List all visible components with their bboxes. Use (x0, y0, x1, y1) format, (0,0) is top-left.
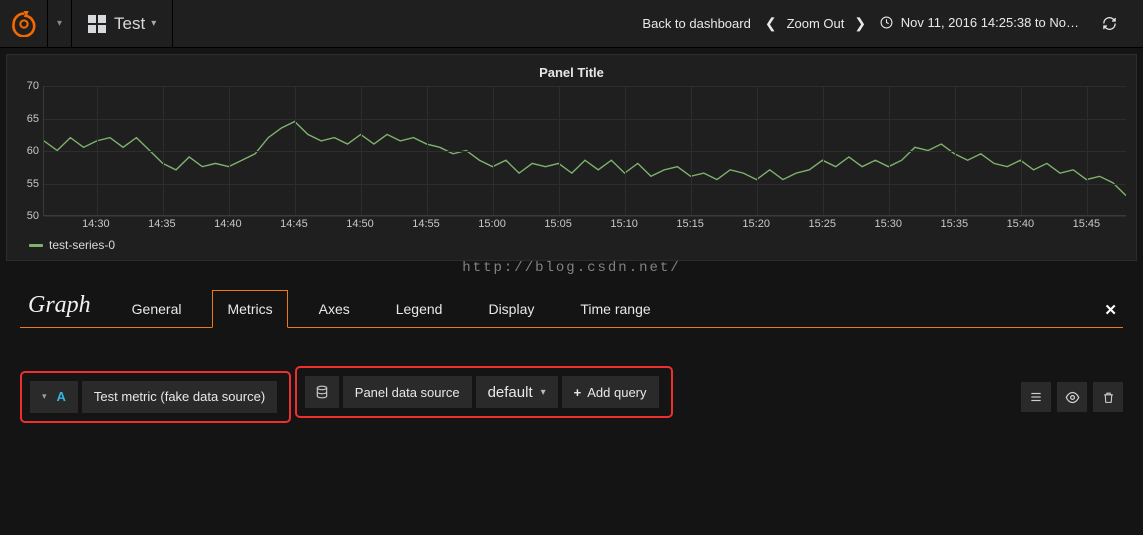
tab-display[interactable]: Display (473, 290, 549, 328)
metrics-tab-content: ▾ A Test metric (fake data source) Panel… (20, 328, 1123, 437)
x-tick: 14:45 (280, 218, 308, 230)
x-tick: 14:40 (214, 218, 242, 230)
editor-title: Graph (20, 292, 103, 327)
top-navbar: ▾ Test ▾ Back to dashboard ❮ Zoom Out ❯ … (0, 0, 1143, 48)
navbar-right: Back to dashboard ❮ Zoom Out ❯ Nov 11, 2… (642, 0, 1143, 47)
row-menu-button[interactable] (1021, 382, 1051, 412)
query-summary[interactable]: Test metric (fake data source) (82, 381, 277, 413)
plus-icon: + (574, 385, 582, 400)
time-range-label: Nov 11, 2016 14:25:38 to No… (901, 15, 1079, 30)
back-to-dashboard-link[interactable]: Back to dashboard (642, 16, 750, 31)
x-tick: 15:30 (875, 218, 903, 230)
zoom-out-button[interactable]: Zoom Out (787, 16, 845, 31)
add-query-label: Add query (587, 385, 646, 400)
home-dropdown-caret[interactable]: ▾ (48, 0, 72, 48)
tab-general[interactable]: General (117, 290, 197, 328)
delete-query-button[interactable] (1093, 382, 1123, 412)
legend-series-name: test-series-0 (49, 238, 115, 252)
datasource-icon (305, 376, 339, 408)
x-tick: 15:40 (1007, 218, 1035, 230)
x-axis: 14:30 14:35 14:40 14:45 14:50 14:55 15:00 15:05… (43, 216, 1126, 232)
dashboard-icon (88, 15, 106, 33)
y-tick: 55 (27, 178, 39, 190)
y-tick: 50 (27, 210, 39, 222)
time-back-button[interactable]: ❮ (765, 15, 777, 32)
datasource-row-highlight: Panel data source default + Add query (295, 366, 673, 418)
dashboard-picker[interactable]: Test ▾ (72, 0, 173, 47)
navbar-left: ▾ Test ▾ (0, 0, 173, 47)
x-tick: 15:20 (742, 218, 770, 230)
x-tick: 14:35 (148, 218, 176, 230)
x-tick: 15:45 (1073, 218, 1101, 230)
x-tick: 15:35 (941, 218, 969, 230)
chart[interactable]: 5055606570 (17, 86, 1126, 216)
collapse-caret-icon: ▾ (42, 391, 47, 402)
x-tick: 15:25 (808, 218, 836, 230)
panel-title[interactable]: Panel Title (17, 61, 1126, 86)
add-query-button[interactable]: + Add query (562, 376, 659, 408)
tab-time-range[interactable]: Time range (565, 290, 665, 328)
x-tick: 15:15 (676, 218, 704, 230)
dashboard-name: Test (114, 14, 145, 34)
editor-tabs-row: Graph General Metrics Axes Legend Display Tim… (20, 289, 1123, 328)
time-range-picker[interactable]: Nov 11, 2016 14:25:38 to No… (880, 15, 1079, 32)
y-tick: 70 (27, 80, 39, 92)
x-tick: 15:10 (610, 218, 638, 230)
y-axis: 5055606570 (17, 86, 43, 216)
watermark-text: http://blog.csdn.net/ (462, 260, 680, 276)
query-row-highlight: ▾ A Test metric (fake data source) (20, 371, 291, 423)
query-letter: A (57, 389, 66, 404)
query-row-header[interactable]: ▾ A (30, 381, 78, 413)
dashboard-caret-icon: ▾ (151, 18, 156, 29)
tab-legend[interactable]: Legend (381, 290, 458, 328)
x-tick: 15:00 (478, 218, 506, 230)
datasource-picker[interactable]: default (476, 376, 558, 408)
grafana-logo[interactable] (0, 0, 48, 48)
y-tick: 65 (27, 113, 39, 125)
graph-panel: Panel Title 5055606570 14:3014:3514:4014… (6, 54, 1137, 261)
tab-axes[interactable]: Axes (304, 290, 365, 328)
clock-icon (880, 16, 893, 32)
query-row-tools (1021, 382, 1123, 412)
x-tick: 14:55 (412, 218, 440, 230)
refresh-button[interactable] (1093, 16, 1125, 31)
x-tick: 15:05 (544, 218, 572, 230)
chart-plot-area[interactable] (43, 86, 1126, 216)
chart-legend[interactable]: test-series-0 (29, 238, 1126, 252)
x-tick: 14:30 (82, 218, 110, 230)
datasource-label: Panel data source (343, 376, 472, 408)
time-forward-button[interactable]: ❯ (854, 15, 866, 32)
toggle-visibility-button[interactable] (1057, 382, 1087, 412)
y-tick: 60 (27, 145, 39, 157)
close-editor-button[interactable]: ✕ (1098, 293, 1123, 327)
x-tick: 14:50 (346, 218, 374, 230)
tab-metrics[interactable]: Metrics (212, 290, 287, 328)
panel-editor: Graph General Metrics Axes Legend Display Tim… (0, 289, 1143, 437)
legend-swatch (29, 244, 43, 247)
